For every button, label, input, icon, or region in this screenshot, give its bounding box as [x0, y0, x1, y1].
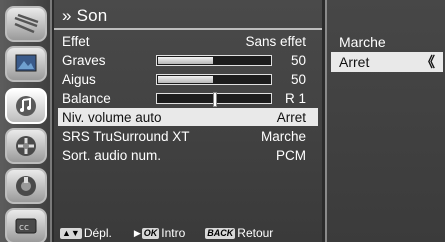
setup-icon[interactable] [5, 168, 47, 204]
sound-icon[interactable] [5, 88, 47, 124]
selection-chevron-icon: 《 [421, 54, 435, 70]
row-value: R 1 [284, 90, 306, 106]
category-icon-bar: cc [0, 0, 52, 242]
row-value: Marche [260, 128, 306, 144]
sound-menu-panel: » Son Effet Sans effet Graves 50 Aigus 5… [54, 0, 322, 242]
row-value: Arret [276, 109, 306, 125]
ok-key-icon: OK [141, 227, 160, 239]
option-arret[interactable]: Arret 《 [331, 52, 443, 72]
move-hint: ▲▼ Dépl. [60, 226, 112, 240]
aigus-level-fill [158, 76, 213, 83]
move-label: Dépl. [83, 226, 112, 240]
menu-row-balance[interactable]: Balance R 1 [62, 89, 314, 107]
svg-text:cc: cc [19, 223, 29, 233]
menu-row-graves[interactable]: Graves 50 [62, 51, 314, 69]
row-label: Graves [62, 52, 106, 68]
back-hint: BACK Retour [205, 226, 273, 240]
row-value: PCM [276, 147, 306, 163]
picture-icon[interactable] [5, 46, 47, 82]
title-text: Son [76, 6, 108, 25]
picture-settings-icon[interactable] [5, 6, 47, 42]
menu-row-niv-volume-auto[interactable]: Niv. volume auto Arret [58, 108, 318, 126]
balance-marker[interactable] [213, 92, 218, 107]
ok-label: Intro [161, 226, 186, 240]
option-submenu: Marche Arret 《 [325, 0, 445, 242]
key-help-footer: ▲▼ Dépl. ▶ OK Intro BACK Retour [54, 224, 322, 242]
ok-arrow-icon: ▶ [133, 227, 141, 238]
menu-title: » Son [62, 6, 107, 26]
input-icon[interactable]: cc [5, 208, 47, 242]
ok-hint: ▶ OK Intro [134, 226, 185, 240]
row-value: 50 [290, 71, 306, 87]
aigus-level-bar[interactable] [156, 74, 272, 85]
graves-level-fill [158, 57, 213, 64]
menu-row-effet[interactable]: Effet Sans effet [62, 32, 314, 50]
graves-level-bar[interactable] [156, 55, 272, 66]
menu-row-srs-trusurround[interactable]: SRS TruSurround XT Marche [62, 127, 314, 145]
row-label: Sort. audio num. [62, 147, 162, 163]
menu-row-aigus[interactable]: Aigus 50 [62, 70, 314, 88]
row-label: Niv. volume auto [62, 109, 162, 125]
row-label: Aigus [62, 71, 96, 87]
up-down-keys-icon: ▲▼ [60, 227, 82, 239]
option-marche[interactable]: Marche [331, 32, 443, 52]
balance-slider[interactable] [156, 92, 272, 107]
back-label: Retour [237, 226, 274, 240]
row-label: Effet [62, 33, 90, 49]
row-value: Sans effet [245, 33, 306, 49]
tv-osd-screen: cc » Son Effet Sans effet Graves 50 Aigu… [0, 0, 445, 242]
option-label: Arret [339, 54, 370, 70]
row-label: Balance [62, 90, 111, 106]
channel-icon[interactable] [5, 128, 47, 164]
row-value: 50 [290, 52, 306, 68]
option-label: Marche [339, 34, 386, 50]
row-label: SRS TruSurround XT [62, 128, 190, 144]
menu-row-sort-audio[interactable]: Sort. audio num. PCM [62, 146, 314, 164]
back-key-icon: BACK [205, 227, 236, 239]
title-prefix: » [62, 6, 72, 25]
title-divider [54, 28, 322, 30]
